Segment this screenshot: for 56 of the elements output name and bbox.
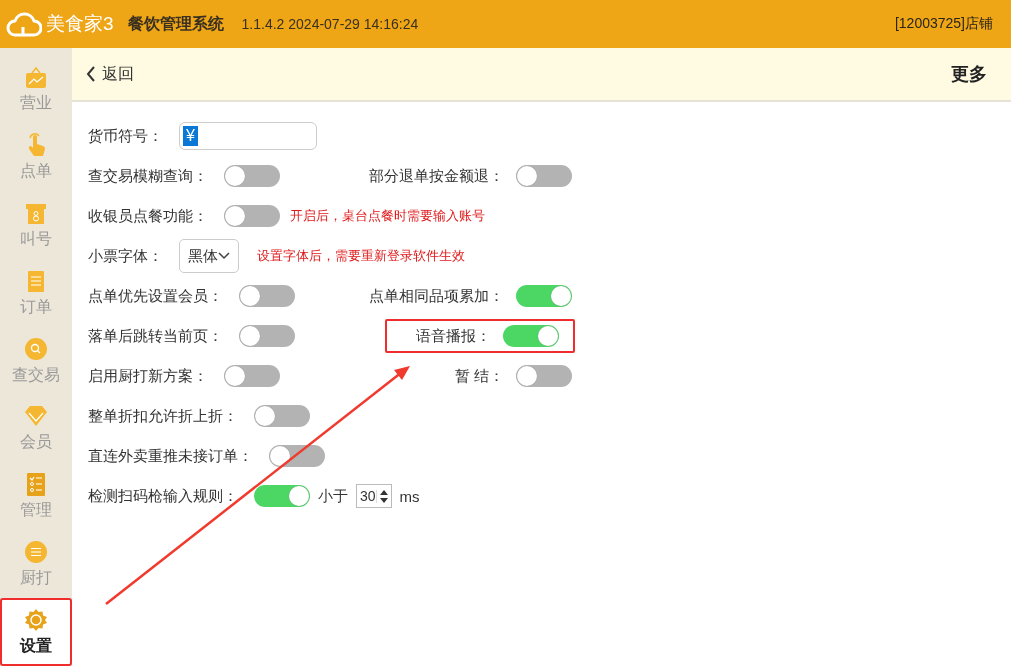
font-dropdown[interactable]: 黑体 xyxy=(179,239,239,273)
hint-text: 开启后，桌台点餐时需要输入账号 xyxy=(290,207,485,225)
chart-bag-icon xyxy=(24,65,48,90)
lines-circle-icon xyxy=(24,539,48,564)
sidebar-item[interactable]: 营业 xyxy=(0,56,72,124)
hint-text: 设置字体后，需要重新登录软件生效 xyxy=(257,247,465,265)
setting-label: 启用厨打新方案： xyxy=(88,366,208,386)
toggle-switch[interactable] xyxy=(516,365,572,387)
search-icon xyxy=(24,336,48,361)
back-button[interactable]: 返回 xyxy=(82,59,138,89)
toggle-switch[interactable] xyxy=(224,165,280,187)
toggle-switch[interactable] xyxy=(503,325,559,347)
sidebar-item[interactable]: 叫号 xyxy=(0,191,72,260)
setting-label: 落单后跳转当前页： xyxy=(88,326,223,346)
setting-label: 整单折扣允许折上折： xyxy=(88,406,238,426)
chevron-left-icon xyxy=(86,66,96,82)
sidebar-item[interactable]: 点单 xyxy=(0,123,72,192)
app-logo-text: 美食家3 xyxy=(46,12,114,36)
setting-label: 点单优先设置会员： xyxy=(88,286,223,306)
sidebar-item[interactable]: 查交易 xyxy=(0,327,72,395)
toggle-switch[interactable] xyxy=(224,205,280,227)
unit-text: ms xyxy=(399,487,420,505)
toggle-switch[interactable] xyxy=(516,165,572,187)
sidebar-item[interactable]: 设置 xyxy=(0,598,72,666)
toggle-switch[interactable] xyxy=(224,365,280,387)
more-title[interactable]: 更多 xyxy=(951,62,987,86)
toggle-switch[interactable] xyxy=(239,285,295,307)
chevron-down-icon xyxy=(218,252,230,260)
sidebar-item[interactable]: 厨打 xyxy=(0,530,72,599)
settings-icon xyxy=(24,607,48,632)
cloud-logo-icon xyxy=(6,11,42,37)
version-text: 1.1.4.2 2024-07-29 14:16:24 xyxy=(241,16,419,32)
toggle-switch[interactable] xyxy=(269,445,325,467)
toggle-switch[interactable] xyxy=(239,325,295,347)
setting-label: 暂 结： xyxy=(454,366,504,386)
toggle-switch[interactable] xyxy=(516,285,572,307)
setting-label: 语音播报： xyxy=(416,326,491,346)
sidebar-item[interactable]: 订单 xyxy=(0,259,72,328)
setting-label: 部分退单按金额退： xyxy=(369,166,504,186)
setting-label: 直连外卖重推未接订单： xyxy=(88,446,253,466)
sidebar-item[interactable]: 会员 xyxy=(0,394,72,463)
setting-label: 点单相同品项累加： xyxy=(369,286,504,306)
number-spinner[interactable]: 30 xyxy=(356,484,392,508)
app-title: 餐饮管理系统 xyxy=(127,13,224,34)
less-than-text: 小于 xyxy=(318,486,348,506)
sidebar-item[interactable]: 管理 xyxy=(0,462,72,531)
toggle-switch[interactable] xyxy=(254,405,310,427)
toggle-switch[interactable] xyxy=(254,485,310,507)
currency-field[interactable]: ¥ xyxy=(179,122,317,150)
shop-name: [12003725]店铺 xyxy=(894,15,993,33)
setting-label: 检测扫码枪输入规则： xyxy=(88,486,238,506)
setting-label: 收银员点餐功能： xyxy=(88,206,208,226)
setting-label: 货币符号： xyxy=(88,126,163,146)
checklist-icon xyxy=(24,472,48,497)
setting-label: 小票字体： xyxy=(88,246,163,266)
setting-label: 查交易模糊查询： xyxy=(88,166,208,186)
